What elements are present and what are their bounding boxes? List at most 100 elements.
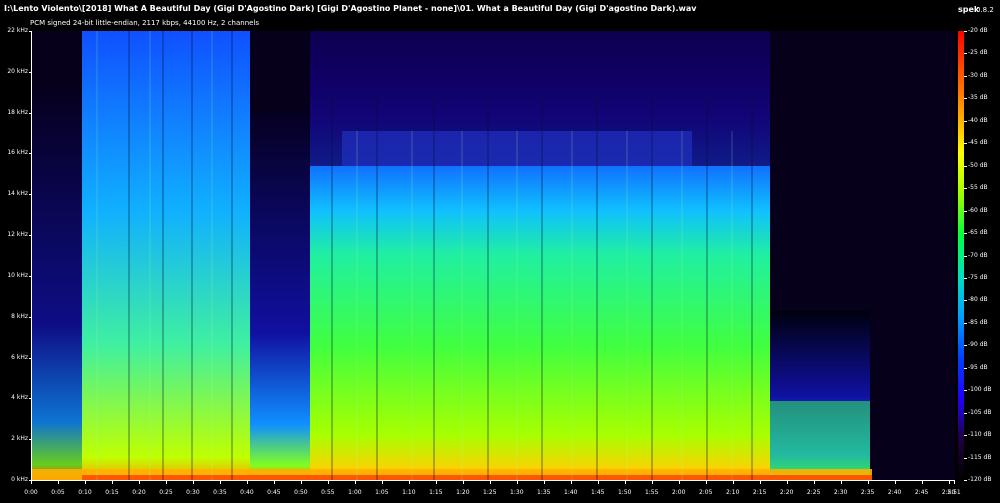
time-tick-label: 2:35 [860, 489, 875, 496]
time-tick [84, 481, 86, 484]
time-tick-label: 0:25 [159, 489, 173, 496]
time-tick-label: 2:30 [833, 489, 848, 496]
db-tick-label: -45 dB [968, 139, 988, 147]
db-tick [964, 345, 967, 347]
time-tick-label: 0:00 [24, 489, 38, 496]
frequency-tick-label: 10 kHz [7, 271, 28, 279]
time-tick-label: 1:10 [402, 489, 416, 496]
db-tick [964, 367, 967, 369]
db-tick-label: -25 dB [968, 49, 988, 57]
time-tick-label: 1:00 [348, 489, 362, 496]
time-tick-label: 2:51 [947, 489, 961, 496]
time-tick [462, 481, 464, 484]
db-tick [964, 75, 967, 77]
db-tick [964, 480, 967, 481]
db-tick [964, 31, 967, 32]
db-tick [964, 188, 967, 190]
time-tick-label: 1:25 [483, 489, 497, 496]
app-version: 0.8.2 [976, 6, 994, 14]
time-tick [31, 481, 32, 484]
db-tick-label: -75 dB [968, 273, 988, 281]
time-tick-label: 0:45 [267, 489, 281, 496]
db-tick-label: -40 dB [968, 116, 988, 124]
time-tick [867, 481, 869, 484]
time-tick [705, 481, 707, 484]
time-tick-label: 2:15 [752, 489, 767, 496]
time-tick [246, 481, 248, 484]
time-tick-label: 2:25 [806, 489, 821, 496]
time-tick [327, 481, 329, 484]
time-tick-label: 2:00 [671, 489, 686, 496]
time-tick-label: 1:35 [537, 489, 551, 496]
db-tick [964, 277, 967, 279]
time-tick [57, 481, 59, 484]
frequency-tick [29, 398, 32, 400]
time-tick-label: 2:20 [779, 489, 794, 496]
db-tick [964, 390, 967, 392]
db-tick-label: -100 dB [968, 386, 992, 394]
frequency-tick [29, 31, 32, 32]
time-tick-label: 1:20 [456, 489, 470, 496]
time-tick [516, 481, 518, 484]
time-tick-label: 0:20 [132, 489, 146, 496]
db-tick-label: -115 dB [968, 453, 992, 461]
time-tick [597, 481, 599, 484]
db-tick-label: -90 dB [968, 341, 988, 349]
db-tick [964, 322, 967, 324]
time-tick [813, 481, 815, 484]
db-tick [964, 457, 967, 459]
db-tick [964, 412, 967, 414]
time-tick [759, 481, 761, 484]
time-tick [300, 481, 302, 484]
db-tick [964, 165, 967, 167]
db-tick-label: -55 dB [968, 184, 988, 192]
time-tick [840, 481, 842, 484]
frequency-tick-label: 12 kHz [7, 231, 28, 239]
time-tick [489, 481, 491, 484]
frequency-tick-label: 22 kHz [7, 27, 28, 34]
file-title: I:\Lento Violento\[2018] What A Beautifu… [4, 4, 697, 13]
frequency-tick [29, 153, 32, 155]
time-tick-label: 2:45 [914, 489, 929, 496]
time-tick-label: 2:40 [887, 489, 902, 496]
time-tick [624, 481, 626, 484]
time-tick-label: 0:30 [186, 489, 200, 496]
frequency-tick-label: 6 kHz [11, 353, 28, 361]
db-tick-label: -85 dB [968, 318, 988, 326]
audio-format-info: PCM signed 24-bit little-endian, 2117 kb… [30, 19, 260, 27]
db-tick-label: -50 dB [968, 161, 988, 169]
time-tick [651, 481, 653, 484]
time-tick-label: 0:40 [240, 489, 254, 496]
time-tick [192, 481, 194, 484]
spectrogram [31, 31, 955, 481]
time-tick [678, 481, 680, 484]
frequency-tick [29, 112, 32, 114]
frequency-tick-label: 18 kHz [7, 108, 28, 116]
time-tick [381, 481, 383, 484]
time-tick [732, 481, 734, 484]
db-tick-label: -110 dB [968, 431, 992, 439]
time-tick [435, 481, 437, 484]
db-tick-label: -70 dB [968, 251, 988, 259]
frequency-tick-label: 20 kHz [7, 67, 28, 75]
db-tick [964, 98, 967, 100]
db-tick [964, 435, 967, 437]
time-tick-label: 0:35 [213, 489, 227, 496]
time-tick [138, 481, 140, 484]
time-tick-label: 2:05 [698, 489, 713, 496]
time-tick [354, 481, 356, 484]
time-tick-label: 1:50 [617, 489, 632, 496]
db-tick-label: -20 dB [968, 27, 988, 34]
db-tick-label: -30 dB [968, 71, 988, 79]
frequency-tick [29, 235, 32, 237]
db-tick-label: -60 dB [968, 206, 988, 214]
db-tick [964, 53, 967, 55]
time-tick-label: 1:05 [375, 489, 389, 496]
time-tick [111, 481, 113, 484]
time-tick-label: 1:30 [510, 489, 524, 496]
frequency-tick [29, 316, 32, 318]
frequency-tick-label: 2 kHz [11, 435, 28, 443]
time-tick-label: 1:40 [564, 489, 578, 496]
frequency-tick-label: 14 kHz [7, 190, 28, 198]
db-tick [964, 210, 967, 212]
